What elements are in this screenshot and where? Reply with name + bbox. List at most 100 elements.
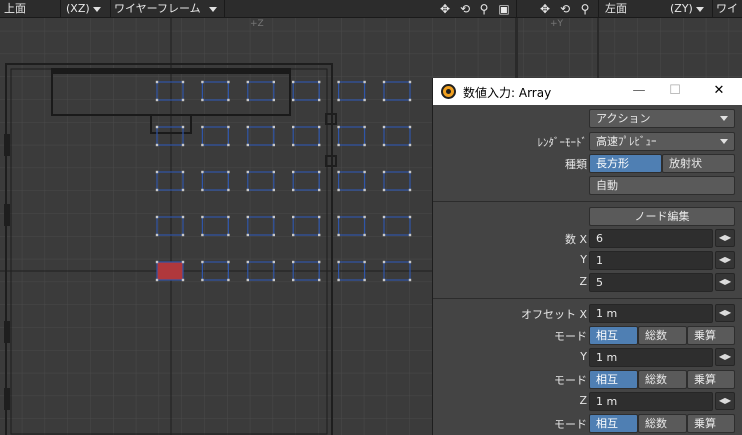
furniture-top-edge bbox=[52, 69, 290, 74]
offset-y-label: Y bbox=[580, 350, 587, 363]
view-name-top[interactable]: 上面 bbox=[4, 0, 26, 18]
array-item-vertex bbox=[201, 143, 204, 147]
array-item-vertex bbox=[227, 98, 230, 102]
minimize-icon[interactable]: — bbox=[629, 82, 649, 100]
array-item-vertex bbox=[246, 188, 249, 192]
array-item-vertex bbox=[408, 80, 412, 84]
count-y-spinner[interactable]: ◀▶ bbox=[715, 251, 735, 269]
array-item-vertex bbox=[382, 188, 386, 192]
header-separator bbox=[598, 0, 599, 18]
maximize-icon[interactable]: ☐ bbox=[665, 82, 685, 100]
array-item-vertex bbox=[227, 260, 230, 264]
rotate-view-icon[interactable]: ⟲ bbox=[458, 2, 472, 16]
array-item-vertex bbox=[227, 125, 230, 129]
array-item-vertex bbox=[227, 170, 230, 174]
array-item-vertex bbox=[337, 233, 340, 237]
offset-z-spinner[interactable]: ◀▶ bbox=[715, 392, 735, 410]
array-item-vertex bbox=[227, 215, 230, 219]
array-item-vertex bbox=[181, 215, 185, 219]
array-item-vertex bbox=[155, 143, 159, 147]
count-z-spinner[interactable]: ◀▶ bbox=[715, 273, 735, 291]
offset-x-mode-relative[interactable]: 相互 bbox=[589, 326, 638, 345]
offset-x-spinner[interactable]: ◀▶ bbox=[715, 304, 735, 322]
array-item-vertex bbox=[363, 80, 366, 84]
count-x-input[interactable]: 6 bbox=[589, 229, 713, 248]
offset-y-mode-total[interactable]: 総数 bbox=[638, 370, 687, 389]
array-item-vertex bbox=[246, 125, 249, 129]
array-item-vertex bbox=[292, 188, 295, 192]
array-item-vertex bbox=[318, 215, 321, 219]
array-item-vertex bbox=[201, 278, 204, 282]
array-item-vertex bbox=[337, 260, 340, 264]
array-item-vertex bbox=[246, 215, 249, 219]
action-dropdown[interactable]: アクション bbox=[589, 109, 735, 128]
array-item-vertex bbox=[382, 125, 386, 129]
wall-fixture bbox=[4, 321, 10, 343]
fit-view-icon[interactable]: ▣ bbox=[497, 2, 511, 16]
count-x-spinner[interactable]: ◀▶ bbox=[715, 229, 735, 247]
array-item-vertex bbox=[363, 170, 366, 174]
kind-radial-button[interactable]: 放射状 bbox=[662, 154, 735, 173]
offset-x-input[interactable]: 1 m bbox=[589, 304, 713, 323]
array-item-vertex bbox=[408, 98, 412, 102]
offset-x-mode-total[interactable]: 総数 bbox=[638, 326, 687, 345]
array-item-vertex bbox=[246, 98, 249, 102]
array-item-vertex bbox=[292, 143, 295, 147]
offset-y-mode-multiply[interactable]: 乗算 bbox=[687, 370, 735, 389]
offset-y-mode-label: モード bbox=[554, 374, 587, 387]
render-mode-dropdown[interactable]: 高速ﾌﾟﾚﾋﾞｭｰ bbox=[589, 132, 735, 151]
node-edit-button[interactable]: ノード編集 bbox=[589, 207, 735, 226]
chevron-down-icon bbox=[695, 6, 704, 12]
move-view-icon[interactable]: ✥ bbox=[438, 2, 452, 16]
array-item-vertex bbox=[272, 170, 275, 174]
array-item-vertex bbox=[292, 260, 295, 264]
array-item-vertex bbox=[155, 125, 159, 129]
wall-fixture bbox=[4, 134, 10, 156]
array-item-vertex bbox=[408, 260, 412, 264]
array-item-vertex bbox=[227, 143, 230, 147]
array-item-vertex bbox=[227, 188, 230, 192]
view-mode-dropdown[interactable]: ワイヤーフレーム bbox=[114, 0, 217, 18]
array-item-vertex bbox=[292, 215, 295, 219]
array-item-vertex bbox=[382, 98, 386, 102]
offset-y-spinner[interactable]: ◀▶ bbox=[715, 348, 735, 366]
section-divider bbox=[433, 298, 742, 299]
viewport-header: 上面 (XZ) ワイヤーフレーム ✥ ⟲ ⚲ ▣ ✥ ⟲ ⚲ 左面 (ZY) ワ… bbox=[0, 0, 742, 18]
rotate-view-icon[interactable]: ⟲ bbox=[558, 2, 572, 16]
offset-y-input[interactable]: 1 m bbox=[589, 348, 713, 367]
zoom-view-icon[interactable]: ⚲ bbox=[578, 2, 592, 16]
auto-button[interactable]: 自動 bbox=[589, 176, 735, 195]
array-item-vertex bbox=[181, 188, 185, 192]
array-item-vertex bbox=[382, 233, 386, 237]
dialog-titlebar[interactable]: 数値入力: Array — ☐ ✕ bbox=[433, 78, 742, 105]
view-mode-dropdown-right[interactable]: ワイ bbox=[716, 0, 738, 18]
array-item-vertex bbox=[408, 278, 412, 282]
count-y-input[interactable]: 1 bbox=[589, 251, 713, 270]
array-item-selected[interactable] bbox=[156, 261, 184, 281]
close-icon[interactable]: ✕ bbox=[709, 82, 729, 100]
array-item-vertex bbox=[337, 188, 340, 192]
array-item-vertex bbox=[337, 278, 340, 282]
array-item-vertex bbox=[382, 80, 386, 84]
offset-z-label: Z bbox=[579, 394, 587, 407]
array-item-vertex bbox=[292, 233, 295, 237]
offset-y-mode-relative[interactable]: 相互 bbox=[589, 370, 638, 389]
offset-z-mode-total[interactable]: 総数 bbox=[638, 414, 687, 433]
header-separator bbox=[224, 0, 225, 18]
zoom-view-icon[interactable]: ⚲ bbox=[477, 2, 491, 16]
offset-z-input[interactable]: 1 m bbox=[589, 392, 713, 411]
array-item-vertex bbox=[292, 278, 295, 282]
offset-x-mode-multiply[interactable]: 乗算 bbox=[687, 326, 735, 345]
array-item-vertex bbox=[272, 233, 275, 237]
view-name-left[interactable]: 左面 bbox=[605, 0, 627, 18]
kind-rectangle-button[interactable]: 長方形 bbox=[589, 154, 662, 173]
array-item-vertex bbox=[318, 278, 321, 282]
offset-z-mode-multiply[interactable]: 乗算 bbox=[687, 414, 735, 433]
move-view-icon[interactable]: ✥ bbox=[538, 2, 552, 16]
view-axes-dropdown-right[interactable]: (ZY) bbox=[670, 0, 704, 18]
count-z-input[interactable]: 5 bbox=[589, 273, 713, 292]
array-item-vertex bbox=[408, 170, 412, 174]
view-axes-dropdown[interactable]: (XZ) bbox=[66, 0, 101, 18]
offset-z-mode-relative[interactable]: 相互 bbox=[589, 414, 638, 433]
array-item-vertex bbox=[292, 80, 295, 84]
